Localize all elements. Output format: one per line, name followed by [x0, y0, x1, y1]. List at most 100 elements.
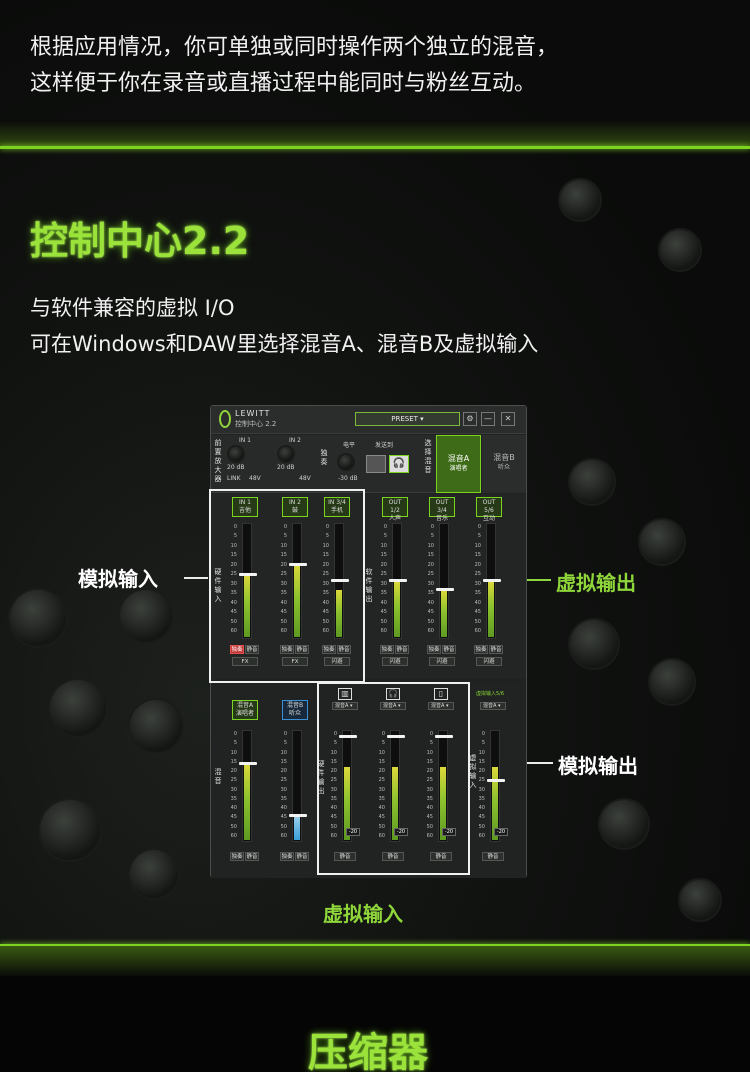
mix-name: 混音A: [236, 702, 254, 709]
level-knob[interactable]: [339, 455, 353, 469]
fx-button[interactable]: 闪避: [382, 657, 408, 666]
channel-fader[interactable]: [487, 778, 505, 782]
scale-tick: 45: [280, 814, 287, 821]
channel-strip: OUT 3/4 音乐 0 5 10 15 20 25 30 35 40 45 50 60 独奏 静音 闪避: [427, 497, 457, 677]
in1-gain-value: 20 dB: [227, 464, 245, 471]
channel-subname: 互动: [482, 515, 495, 522]
channel-name-tag[interactable]: OUT 3/4 音乐: [429, 497, 455, 522]
brand-name: LEWITT: [235, 409, 271, 418]
callout-analog-input: 模拟输入: [78, 567, 158, 591]
scale-tick: 60: [478, 833, 485, 839]
highlight-analog-input: [209, 489, 365, 683]
scale-tick: 35: [474, 590, 481, 597]
background-knob-14: [660, 230, 700, 270]
callout-virtual-output-top: 虚拟输出: [556, 571, 636, 595]
mix-name-tag[interactable]: 混音A 演唱者: [232, 700, 258, 720]
level-meter: [439, 523, 449, 639]
meter-scale: 0 5 10 15 20 25 30 35 40 45 50 60: [278, 730, 287, 840]
scale-tick: 20: [230, 768, 237, 775]
solo-button[interactable]: 独奏: [230, 852, 244, 861]
scale-tick: 40: [280, 805, 287, 812]
channel-name-tag[interactable]: OUT 1/2 人声: [382, 497, 408, 522]
tab-mix-a[interactable]: 混音A 演唱者: [436, 435, 481, 493]
scale-tick: 20: [280, 768, 287, 775]
scale-tick: 25: [427, 571, 434, 578]
send-to-speaker-icon[interactable]: [366, 455, 386, 473]
solo-button[interactable]: 独奏: [474, 645, 488, 654]
48v-label-1[interactable]: 48V: [249, 475, 261, 482]
scale-tick: 40: [474, 599, 481, 606]
divider-glow-bottom: [0, 946, 750, 976]
background-knob-13: [560, 180, 600, 220]
scale-tick: 5: [233, 740, 237, 747]
link-label[interactable]: LINK: [227, 475, 241, 482]
scale-tick: 0: [233, 731, 237, 737]
mix-select-dropdown[interactable]: 混音A ▾: [480, 702, 506, 710]
channel-strip: 混音A 演唱者 0 5 10 15 20 25 30 35 40 45 50 60 独奏 静音: [230, 700, 260, 870]
fx-button[interactable]: 闪避: [476, 657, 502, 666]
section-title-compressor: 压缩器: [308, 1030, 428, 1072]
intro-line-2: 这样便于你在录音或直播过程中能同时与粉丝互动。: [30, 71, 537, 96]
tab-mix-b[interactable]: 混音B 听众: [482, 435, 526, 493]
fx-button[interactable]: 闪避: [429, 657, 455, 666]
window-titlebar: LEWITT 控制中心 2.2 PRESET ▾ ⚙ — ✕: [211, 406, 526, 434]
settings-gear-icon[interactable]: ⚙: [463, 412, 477, 426]
scale-tick: 20: [380, 561, 387, 568]
channel-fader[interactable]: [436, 587, 454, 591]
preamp-label: 前置放大器: [214, 439, 222, 483]
scale-tick: 30: [280, 786, 287, 793]
channel-fader[interactable]: [239, 762, 257, 766]
scale-tick: 50: [230, 823, 237, 830]
solo-button[interactable]: 独奏: [280, 852, 294, 861]
mute-button[interactable]: 静音: [489, 645, 503, 654]
minimize-button[interactable]: —: [481, 412, 495, 426]
callout-virtual-input: 虚拟输入: [323, 902, 403, 926]
channel-strip: 虚拟输入5/6 混音A ▾ 0 5 10 15 20 25 30 35 40 45 50 60 -20 静音: [476, 691, 508, 870]
channel-strip: 混音B 听众 0 5 10 15 20 25 30 35 40 45 50 60 独奏 静音: [280, 700, 310, 870]
scale-tick: 0: [430, 524, 434, 530]
in1-gain-knob[interactable]: [229, 447, 243, 461]
preset-dropdown[interactable]: PRESET ▾: [355, 412, 460, 426]
meter-fill: [488, 581, 494, 637]
close-button[interactable]: ✕: [501, 412, 515, 426]
scale-tick: 60: [280, 833, 287, 839]
channel-fader[interactable]: [389, 579, 407, 582]
solo-button[interactable]: 独奏: [380, 645, 394, 654]
scale-tick: 15: [280, 758, 287, 765]
scale-tick: 40: [230, 805, 237, 812]
background-knob-7: [570, 460, 614, 504]
send-to-headphones-icon[interactable]: 🎧: [389, 455, 409, 473]
background-knob-8: [640, 520, 684, 564]
intro-text: 根据应用情况，你可单独或同时操作两个独立的混音， 这样便于你在录音或直播过程中能…: [30, 30, 720, 102]
scale-tick: 40: [427, 599, 434, 606]
channel-fader[interactable]: [289, 814, 307, 818]
solo-button[interactable]: 独奏: [427, 645, 441, 654]
scale-tick: 45: [427, 609, 434, 616]
scale-tick: 50: [474, 618, 481, 625]
scale-tick: 30: [478, 786, 485, 793]
channel-fader[interactable]: [483, 579, 501, 582]
section-title-control-center: 控制中心2.2: [30, 219, 250, 263]
in2-gain-knob[interactable]: [279, 447, 293, 461]
level-meter: [490, 730, 500, 842]
mute-button[interactable]: 静音: [442, 645, 456, 654]
scale-tick: 0: [477, 524, 481, 530]
channel-name-tag[interactable]: OUT 5/6 互动: [476, 497, 502, 522]
scale-tick: 10: [280, 749, 287, 756]
mute-button[interactable]: 静音: [395, 645, 409, 654]
mute-button[interactable]: 静音: [295, 852, 309, 861]
background-knob-9: [570, 620, 618, 668]
meter-fill: [394, 581, 400, 637]
scale-tick: 25: [280, 777, 287, 784]
scale-tick: 25: [478, 777, 485, 784]
scale-tick: 35: [380, 590, 387, 597]
scale-tick: 10: [427, 542, 434, 549]
scale-tick: 60: [474, 628, 481, 634]
mute-button[interactable]: 静音: [482, 852, 504, 861]
meter-fill: [244, 764, 250, 840]
scale-tick: 15: [380, 552, 387, 559]
mute-button[interactable]: 静音: [245, 852, 259, 861]
channel-name: OUT 3/4: [435, 499, 449, 514]
48v-label-2[interactable]: 48V: [299, 475, 311, 482]
mix-name-tag[interactable]: 混音B 听众: [282, 700, 308, 720]
